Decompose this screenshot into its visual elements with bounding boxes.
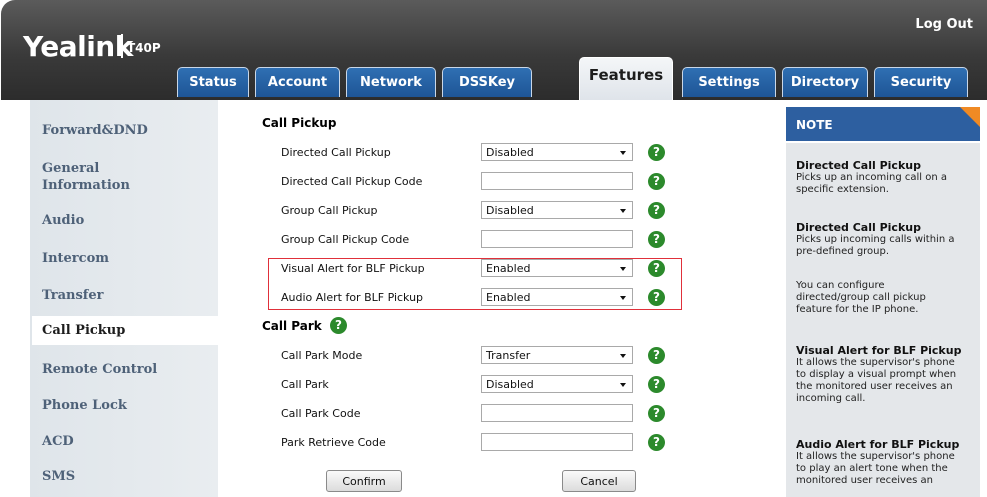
note-title: NOTE	[796, 118, 833, 132]
sidebar-item-general-information[interactable]: General Information	[42, 160, 162, 194]
help-icon[interactable]: ?	[648, 347, 665, 364]
park-retrieve-code-input[interactable]	[481, 433, 633, 451]
sidebar: Forward&DND General Information Audio In…	[30, 100, 218, 497]
logo-separator	[121, 34, 123, 58]
sidebar-item-call-pickup[interactable]: Call Pickup	[32, 316, 222, 345]
note-section-title: Audio Alert for BLF Pickup	[796, 438, 960, 451]
note-line: specific extension.	[796, 184, 889, 195]
sidebar-item-acd[interactable]: ACD	[42, 433, 74, 450]
note-line: incoming call.	[796, 393, 866, 404]
help-icon[interactable]: ?	[648, 260, 665, 277]
directed-call-pickup-code-input[interactable]	[481, 172, 633, 190]
help-icon[interactable]: ?	[648, 405, 665, 422]
chevron-down-icon	[620, 383, 626, 387]
sidebar-item-label: Call Pickup	[42, 323, 126, 338]
note-line: feature for the IP phone.	[796, 304, 919, 315]
cancel-button[interactable]: Cancel	[562, 470, 636, 492]
sidebar-item-phone-lock[interactable]: Phone Lock	[42, 397, 127, 414]
note-line: Picks up an incoming call on a	[796, 172, 948, 183]
label-directed-call-pickup-code: Directed Call Pickup Code	[281, 175, 423, 188]
note-section-title: Visual Alert for BLF Pickup	[796, 344, 962, 357]
note-section-title: Directed Call Pickup	[796, 221, 921, 234]
note-line: It allows the supervisor's phone	[796, 357, 955, 368]
note-line: to display a visual prompt when	[796, 369, 957, 380]
sidebar-item-forward-dnd[interactable]: Forward&DND	[42, 122, 148, 139]
confirm-button[interactable]: Confirm	[326, 470, 402, 492]
label-directed-call-pickup: Directed Call Pickup	[281, 146, 391, 159]
note-section-title: Directed Call Pickup	[796, 159, 921, 172]
help-icon[interactable]: ?	[648, 202, 665, 219]
tab-status[interactable]: Status	[177, 67, 249, 97]
sidebar-item-transfer[interactable]: Transfer	[42, 287, 103, 304]
sidebar-item-audio[interactable]: Audio	[42, 212, 84, 229]
label-group-call-pickup: Group Call Pickup	[281, 204, 378, 217]
help-icon[interactable]: ?	[648, 434, 665, 451]
logout-link[interactable]: Log Out	[915, 17, 973, 32]
label-call-park-mode: Call Park Mode	[281, 349, 363, 362]
help-icon[interactable]: ?	[648, 231, 665, 248]
help-icon[interactable]: ?	[648, 173, 665, 190]
phone-model: T40P	[127, 41, 161, 55]
help-icon[interactable]: ?	[648, 376, 665, 393]
note-line: pre-defined group.	[796, 246, 890, 257]
tab-features[interactable]: Features	[579, 57, 673, 100]
chevron-down-icon	[620, 151, 626, 155]
group-call-pickup-select[interactable]: Disabled	[481, 201, 633, 219]
sidebar-item-remote-control[interactable]: Remote Control	[42, 361, 157, 378]
note-panel: Directed Call Pickup Picks up an incomin…	[786, 143, 980, 497]
chevron-down-icon	[620, 296, 626, 300]
note-line: You can configure	[796, 280, 885, 291]
section-title-call-park: Call Park	[262, 319, 322, 333]
note-line: It allows the supervisor's phone	[796, 451, 955, 462]
sidebar-item-intercom[interactable]: Intercom	[42, 250, 109, 267]
chevron-down-icon	[620, 209, 626, 213]
label-call-park: Call Park	[281, 378, 329, 391]
note-line: directed/group call pickup	[796, 292, 926, 303]
group-call-pickup-code-input[interactable]	[481, 230, 633, 248]
call-park-select[interactable]: Disabled	[481, 375, 633, 393]
help-icon[interactable]: ?	[330, 317, 347, 334]
label-visual-alert-blf-pickup: Visual Alert for BLF Pickup	[281, 262, 425, 275]
chevron-down-icon	[620, 267, 626, 271]
tab-security[interactable]: Security	[874, 67, 968, 97]
note-line: to play an alert tone when the	[796, 463, 948, 474]
corner-fold-icon	[960, 107, 980, 127]
web-ui: Yealink T40P Log Out Status Account Netw…	[0, 0, 987, 497]
help-icon[interactable]: ?	[648, 289, 665, 306]
note-line: the monitored user receives an	[796, 381, 953, 392]
section-title-call-pickup: Call Pickup	[262, 116, 337, 130]
tab-settings[interactable]: Settings	[682, 67, 776, 97]
tab-network[interactable]: Network	[346, 67, 436, 97]
header-bar: Yealink T40P Log Out Status Account Netw…	[1, 0, 987, 100]
sidebar-item-sms[interactable]: SMS	[42, 468, 75, 485]
note-line: monitored user receives an	[796, 475, 933, 486]
tab-directory[interactable]: Directory	[782, 67, 868, 97]
label-group-call-pickup-code: Group Call Pickup Code	[281, 233, 410, 246]
brand-logo: Yealink	[23, 30, 133, 63]
label-call-park-code: Call Park Code	[281, 407, 361, 420]
call-park-mode-select[interactable]: Transfer	[481, 346, 633, 364]
directed-call-pickup-select[interactable]: Disabled	[481, 143, 633, 161]
note-line: Picks up incoming calls within a	[796, 234, 955, 245]
tab-account[interactable]: Account	[255, 67, 340, 97]
call-park-code-input[interactable]	[481, 404, 633, 422]
visual-alert-blf-pickup-select[interactable]: Enabled	[481, 259, 633, 277]
label-park-retrieve-code: Park Retrieve Code	[281, 436, 386, 449]
tab-dsskey[interactable]: DSSKey	[442, 67, 532, 97]
chevron-down-icon	[620, 354, 626, 358]
label-audio-alert-blf-pickup: Audio Alert for BLF Pickup	[281, 291, 424, 304]
note-header: NOTE	[786, 107, 980, 141]
help-icon[interactable]: ?	[648, 144, 665, 161]
audio-alert-blf-pickup-select[interactable]: Enabled	[481, 288, 633, 306]
